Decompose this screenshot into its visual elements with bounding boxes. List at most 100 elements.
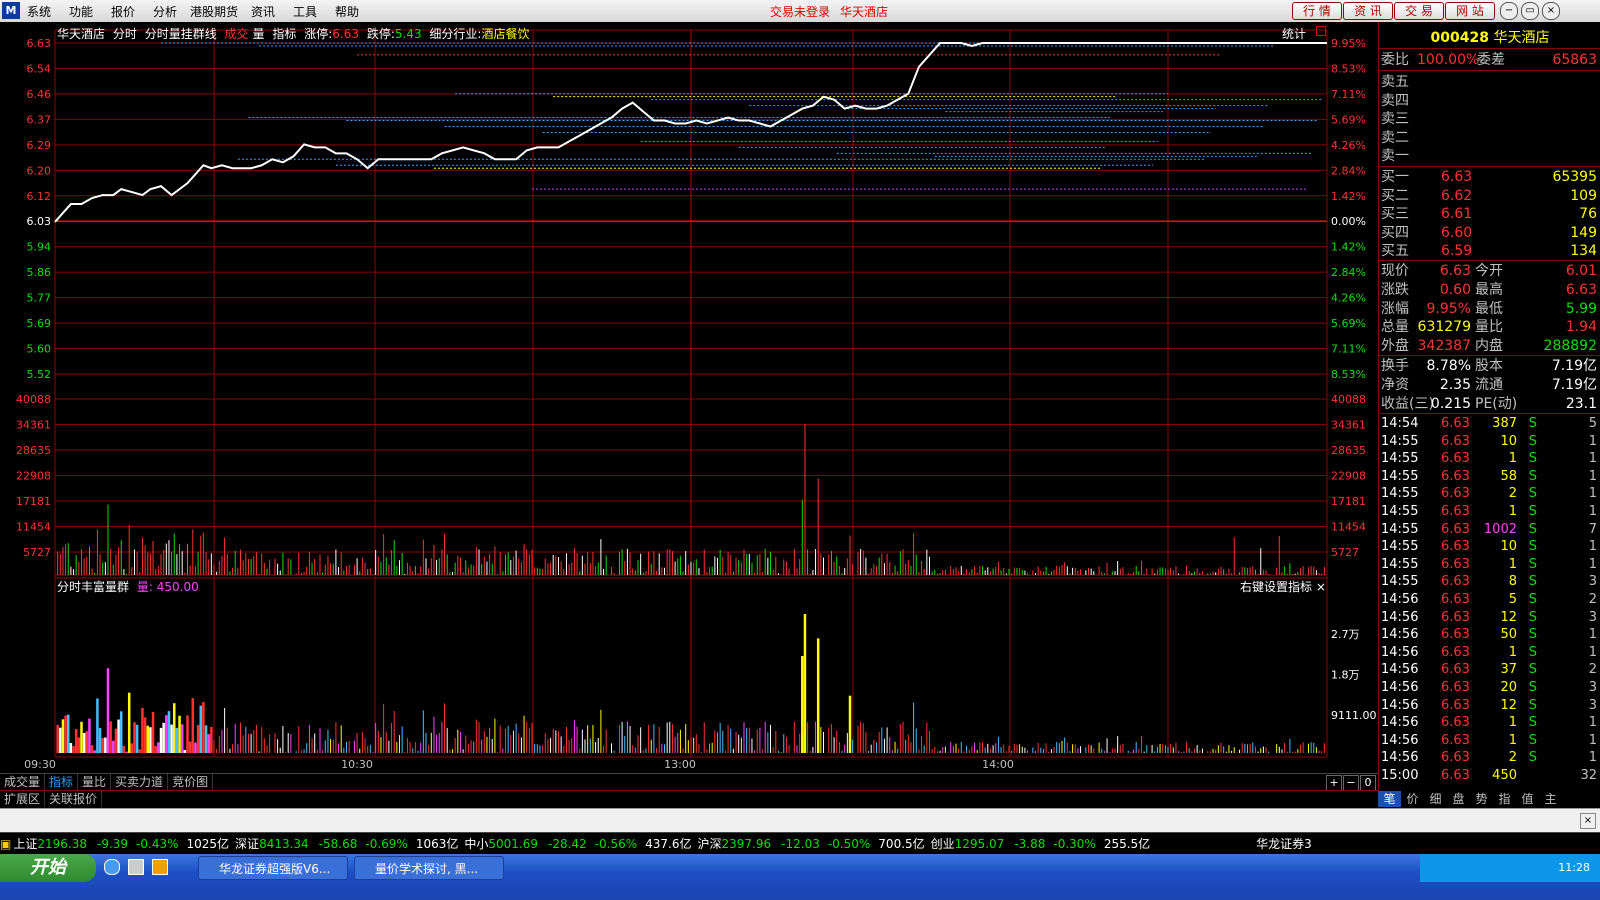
market-button[interactable]: 行 情 [1292, 2, 1342, 20]
industry-value[interactable]: 酒店餐饮 [481, 27, 529, 41]
divider [1379, 48, 1600, 49]
taskbar-item-hualong[interactable]: 华龙证券超强版V6... [198, 856, 348, 880]
trade-button[interactable]: 交 易 [1394, 2, 1444, 20]
price-tick-label: 6.54 [27, 62, 52, 75]
index-item[interactable]: 中小5001.69 -28.42 -0.56% 437.6亿 [464, 833, 691, 855]
index-item[interactable]: 上证2196.38 -9.39 -0.43% 1025亿 [13, 833, 229, 855]
ie-icon[interactable] [104, 859, 120, 875]
limit-down-label: 跌停: [366, 27, 395, 41]
volume-tick-label: 22908 [16, 470, 51, 483]
tick-count: 2 [1588, 662, 1597, 678]
mode-volume-cluster-tab[interactable]: 分时量挂群线 [145, 27, 217, 41]
index-amount: 1063亿 [415, 837, 459, 851]
quote-tab-7[interactable]: 主 [1539, 791, 1562, 807]
indicator-var-value: 450.00 [156, 580, 199, 594]
tick-row: 14:55 6.63 1 S 1 [1381, 450, 1597, 467]
volume-tick-label-right: 40088 [1331, 393, 1366, 406]
indicator-settings-hint[interactable]: 右键设置指标 × [1240, 578, 1326, 595]
media-icon[interactable] [152, 859, 168, 875]
volume-tick-label: 5727 [23, 546, 51, 559]
menu-analysis[interactable]: 分析 [153, 3, 177, 20]
quote-tab-4[interactable]: 势 [1470, 791, 1493, 807]
tick-volume: 12 [1500, 697, 1517, 713]
start-button[interactable]: 开始 [0, 854, 96, 882]
menu-function[interactable]: 功能 [69, 3, 93, 20]
chart-canvas[interactable]: 6.63 9.95% 6.54 8.53% 6.46 7.11% 6.37 5.69% 6.29… [0, 22, 1378, 772]
stock-code: 000428 [1430, 30, 1489, 46]
tick-side: S [1528, 521, 1537, 537]
tick-price: 6.63 [1441, 592, 1470, 607]
fund-row: 换手 8.78% 股本 7.19亿 [1381, 357, 1597, 375]
quote-tab-1[interactable]: 价 [1401, 791, 1424, 807]
zoom-out-button[interactable]: − [1343, 775, 1359, 791]
indicator-label[interactable]: 指标 [272, 27, 296, 41]
index-item[interactable]: 创业1295.07 -3.88 -0.30% 255.5亿 [931, 833, 1151, 855]
chart-bottom-tabs: 成交量 指标 量比 买卖力道 竞价图 + − 0 [0, 773, 1378, 791]
reset-zoom-button[interactable]: 0 [1360, 775, 1376, 791]
tick-time: 14:56 [1381, 732, 1419, 748]
news-button[interactable]: 资 讯 [1343, 2, 1393, 20]
percent-tick-label: 7.11% [1331, 88, 1366, 101]
menu-hk-futures[interactable]: 港股期货 [190, 3, 238, 20]
stat-row: 总量 631279 量比 1.94 [1381, 318, 1597, 336]
index-item[interactable]: 深证8413.34 -58.68 -0.69% 1063亿 [235, 833, 458, 855]
buy-level-price: 6.60 [1441, 224, 1473, 241]
close-icon[interactable]: × [1542, 2, 1560, 20]
index-name: 创业 [930, 837, 955, 851]
tick-volume: 1 [1508, 451, 1517, 467]
volume-label-part2[interactable]: 量 [253, 27, 265, 41]
restore-icon[interactable]: ▭ [1521, 2, 1539, 20]
volume-label-part1[interactable]: 成交 [225, 27, 249, 41]
tab-volume[interactable]: 成交量 [0, 774, 46, 790]
index-percent: -0.69% [365, 837, 408, 851]
menu-tools[interactable]: 工具 [293, 3, 317, 20]
index-change: -58.68 [318, 837, 358, 851]
mode-intraday-tab[interactable]: 分时 [113, 27, 137, 41]
tab-indicator[interactable]: 指标 [45, 774, 79, 790]
close-strip-icon[interactable]: × [1580, 813, 1596, 829]
menu-quote[interactable]: 报价 [111, 3, 135, 20]
tab-volume-ratio[interactable]: 量比 [78, 774, 112, 790]
wb-label: 委比 [1381, 52, 1409, 68]
app-logo-icon[interactable]: M [2, 2, 20, 19]
intraday-chart[interactable]: 6.63 9.95% 6.54 8.53% 6.46 7.11% 6.37 5.69% 6.29… [0, 22, 1378, 790]
tick-volume: 450 [1492, 768, 1517, 783]
tick-volume: 50 [1500, 627, 1517, 643]
menu-news[interactable]: 资讯 [251, 3, 275, 20]
volume-tick-label-right: 34361 [1331, 419, 1366, 432]
index-item[interactable]: 沪深2397.96 -12.03 -0.50% 700.5亿 [698, 833, 925, 855]
tab-related-quotes[interactable]: 关联报价 [45, 791, 103, 807]
menu-system[interactable]: 系统 [27, 3, 51, 20]
taskbar-item-forum[interactable]: 量价学术探讨, 黑... [354, 856, 504, 880]
tick-side: S [1528, 574, 1537, 590]
tab-extension-area[interactable]: 扩展区 [0, 791, 46, 807]
indicator-header: 分时丰富量群 量: 450.00 [57, 578, 199, 595]
index-bar: ▣ 上证2196.38 -9.39 -0.43% 1025亿 深证8413.34 -58.6… [0, 832, 1600, 855]
tick-side: S [1528, 715, 1537, 731]
menu-help[interactable]: 帮助 [335, 3, 359, 20]
stat-value: 342387 [1417, 338, 1471, 355]
minimize-icon[interactable]: − [1500, 2, 1518, 20]
quote-tab-6[interactable]: 值 [1516, 791, 1539, 807]
outlook-icon[interactable] [128, 859, 144, 875]
tick-price: 6.63 [1441, 697, 1470, 713]
statistics-toggle-icon[interactable] [1316, 26, 1326, 36]
tab-auction-chart[interactable]: 竞价图 [168, 774, 214, 790]
tick-count: 7 [1588, 521, 1597, 537]
quote-tab-2[interactable]: 细 [1424, 791, 1447, 807]
buy-level-price: 6.61 [1441, 206, 1473, 223]
index-amount: 1025亿 [186, 837, 230, 851]
fund-row: 净资 2.35 流通 7.19亿 [1381, 376, 1597, 394]
quote-tab-5[interactable]: 指 [1493, 791, 1516, 807]
tick-count: 1 [1588, 644, 1597, 660]
stat-row: 涨幅 9.95% 最低 5.99 [1381, 300, 1597, 318]
tick-count: 1 [1588, 539, 1597, 555]
website-button[interactable]: 网 站 [1445, 2, 1495, 20]
tab-buy-sell-force[interactable]: 买卖力道 [111, 774, 169, 790]
statistics-button[interactable]: 统计 [1282, 25, 1306, 42]
quote-tab-3[interactable]: 盘 [1447, 791, 1470, 807]
zoom-in-button[interactable]: + [1326, 775, 1342, 791]
quote-tab-0[interactable]: 笔 [1378, 791, 1401, 807]
close-indicator-icon[interactable]: × [1316, 580, 1326, 594]
info-scroll-strip[interactable]: × [0, 808, 1600, 833]
